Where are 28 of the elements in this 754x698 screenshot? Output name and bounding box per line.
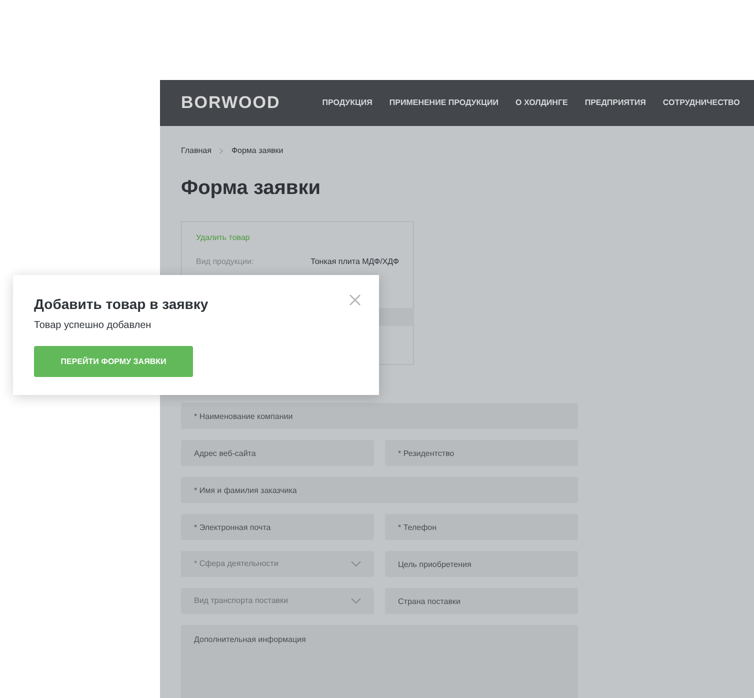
nav-link[interactable]: ПРЕДПРИЯТИЯ: [584, 97, 646, 109]
input-field[interactable]: * Резидентство: [385, 440, 578, 466]
select-placeholder: * Сфера деятельности: [194, 558, 278, 570]
input-field[interactable]: Страна поставки: [385, 588, 578, 614]
input-field[interactable]: * Наименование компании: [181, 403, 578, 429]
nav-link[interactable]: ПРОДУКЦИЯ: [322, 97, 372, 109]
chevron-down-icon: [351, 598, 361, 604]
dialog-title: Добавить товар в заявку: [34, 295, 208, 314]
field-label: Вид продукции:: [196, 256, 255, 268]
chevron-icon: [219, 148, 224, 154]
field-value: Тонкая плита МДФ/ХДФ: [310, 256, 399, 268]
page-title: Форма заявки: [181, 176, 322, 201]
logo[interactable]: BORWOOD: [181, 90, 280, 116]
input-field[interactable]: * Электронная почта: [181, 514, 374, 540]
breadcrumb-link[interactable]: Главная: [181, 145, 212, 157]
select-placeholder: Вид транспорта поставки: [194, 595, 288, 607]
input-field[interactable]: * Телефон: [385, 514, 578, 540]
nav-link[interactable]: СОТРУДНИЧЕСТВО: [662, 97, 740, 109]
textarea-field[interactable]: Дополнительная информация: [181, 625, 578, 698]
chevron-down-icon: [351, 561, 361, 567]
dialog-message: Товар успешно добавлен: [34, 319, 152, 333]
input-field[interactable]: * Имя и фамилия заказчика: [181, 477, 578, 503]
close-icon[interactable]: [349, 294, 361, 306]
nav-link[interactable]: О ХОЛДИНГЕ: [516, 97, 568, 109]
nav-link[interactable]: ПРИМЕНЕНИЕ ПРОДУКЦИИ: [389, 97, 498, 109]
breadcrumb-link[interactable]: Форма заявки: [231, 145, 284, 157]
input-field[interactable]: Адрес веб-сайта: [181, 440, 374, 466]
input-field[interactable]: Цель приобретения: [385, 551, 578, 577]
